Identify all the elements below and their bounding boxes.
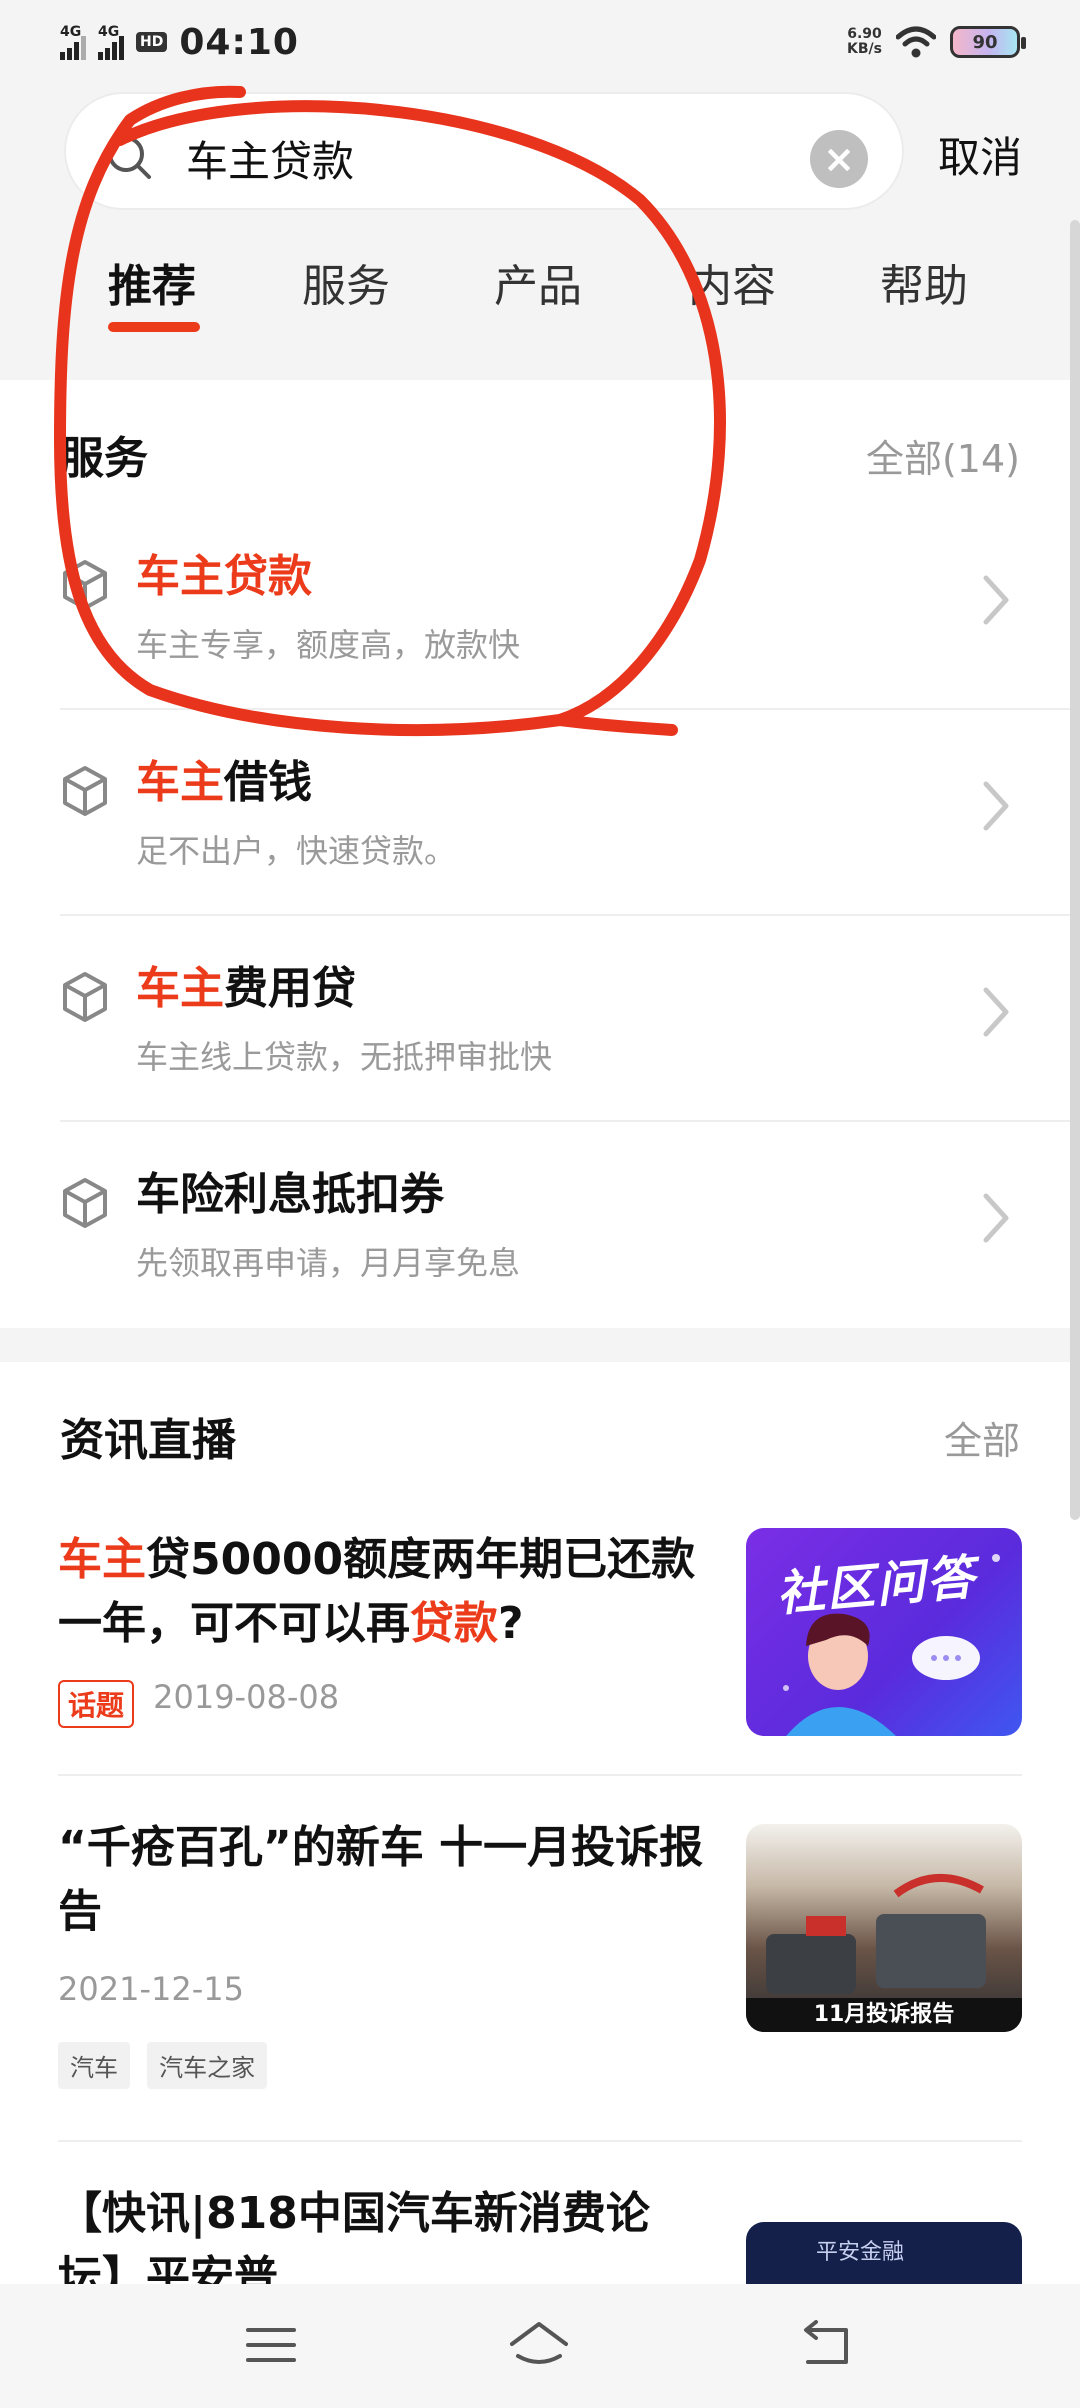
search-input[interactable]: 车主贷款 × — [64, 92, 904, 210]
service-item-car-loan[interactable]: 车主贷款 车主专享，额度高，放款快 — [60, 504, 1080, 710]
hd-voice-icon: HD — [136, 32, 168, 52]
tag: 汽车之家 — [147, 2042, 268, 2089]
news-tags: 汽车 汽车之家 — [58, 2042, 279, 2089]
service-title-highlight: 车主 — [136, 757, 224, 808]
chevron-right-icon — [983, 987, 1009, 1037]
menu-icon[interactable] — [236, 2310, 306, 2380]
service-item-car-expense-loan[interactable]: 车主费用贷 车主线上贷款，无抵押审批快 — [60, 916, 1080, 1122]
service-title-rest: 费用贷 — [224, 963, 356, 1014]
system-nav-bar — [0, 2284, 1080, 2408]
news-see-all-link[interactable]: 全部 — [944, 1410, 1020, 1465]
cancel-button[interactable]: 取消 — [938, 124, 1022, 185]
news-item[interactable]: 【快讯|818中国汽车新消费论坛】平安普 平安金融 — [58, 2142, 1022, 2284]
network-speed: 6.90 KB/s — [847, 27, 882, 57]
service-title: 车主费用贷 — [136, 952, 356, 1016]
battery-icon: 90 — [950, 26, 1026, 58]
scrollbar[interactable] — [1070, 220, 1080, 1520]
news-meta: 话题 2019-08-08 — [58, 1678, 339, 1728]
chevron-right-icon — [983, 1193, 1009, 1243]
news-title-highlight-2: 贷款 — [410, 1598, 498, 1649]
service-desc: 车主专享，额度高，放款快 — [136, 626, 521, 664]
chevron-right-icon — [983, 575, 1009, 625]
sim2-label: 4G — [98, 24, 120, 40]
wifi-icon — [896, 26, 936, 58]
tag: 汽车 — [58, 2042, 130, 2089]
news-date: 2019-08-08 — [153, 1678, 340, 1716]
tab-products[interactable]: 产品 — [494, 250, 582, 314]
chevron-right-icon — [983, 781, 1009, 831]
news-title-highlight: 车主 — [58, 1534, 146, 1585]
status-right: 6.90 KB/s 90 — [847, 20, 1026, 64]
status-bar: 4G 4G HD 04:10 6.90 KB/s 90 — [0, 0, 1080, 84]
tab-help[interactable]: 帮助 — [880, 250, 968, 314]
cube-icon — [63, 972, 107, 1022]
tab-content[interactable]: 内容 — [688, 250, 776, 314]
search-query: 车主贷款 — [186, 137, 355, 186]
news-title-end: ? — [498, 1598, 524, 1649]
service-title-rest: 借钱 — [224, 757, 312, 808]
sim1-label: 4G — [60, 24, 82, 40]
service-title-highlight: 车主 — [136, 963, 224, 1014]
service-title: 车险利息抵扣券 — [136, 1158, 444, 1222]
services-section: 服务 全部(14) 车主贷款 车主专享，额度高，放款快 车主借钱 足不出户，快速… — [0, 380, 1080, 1328]
service-desc: 车主线上贷款，无抵押审批快 — [136, 1038, 553, 1076]
news-date: 2021-12-15 — [58, 1970, 244, 2008]
section-gap — [0, 1328, 1080, 1362]
service-item-insurance-coupon[interactable]: 车险利息抵扣券 先领取再申请，月月享免息 — [60, 1122, 1080, 1328]
service-title-rest: 车险利息抵扣券 — [136, 1169, 444, 1220]
thumbnail-caption: 平安金融 — [816, 2240, 905, 2265]
network-speed-value: 6.90 — [847, 26, 882, 42]
clock: 04:10 — [179, 21, 299, 63]
news-thumbnail: 11月投诉报告 — [746, 1824, 1022, 2032]
tab-services[interactable]: 服务 — [302, 250, 390, 314]
news-thumbnail: 平安金融 — [746, 2222, 1022, 2284]
battery-level: 90 — [972, 31, 998, 53]
cube-icon — [63, 766, 107, 816]
service-desc: 先领取再申请，月月享免息 — [136, 1244, 521, 1282]
topic-tag: 话题 — [58, 1679, 135, 1728]
signal-icon: 4G — [60, 24, 86, 60]
news-item[interactable]: “千疮百孔”的新车 十一月投诉报告 2021-12-15 汽车 汽车之家 11月… — [58, 1776, 1022, 2142]
service-desc: 足不出户，快速贷款。 — [136, 832, 457, 870]
news-item-title: 车主贷50000额度两年期已还款一年，可不可以再贷款? — [58, 1528, 708, 1656]
network-speed-unit: KB/s — [847, 41, 882, 57]
search-bar: 车主贷款 × 取消 — [0, 84, 1080, 214]
person-illustration — [783, 1554, 1000, 1736]
services-title: 服务 — [60, 433, 148, 484]
clear-icon[interactable]: × — [810, 130, 868, 188]
news-title-text: 贷50000额度两年期已还款一年，可不可以再 — [58, 1534, 696, 1649]
status-left: 4G 4G HD 04:10 — [60, 18, 299, 66]
back-icon[interactable] — [790, 2310, 860, 2380]
thumbnail-caption: 11月投诉报告 — [746, 1998, 1022, 2032]
news-item-title: 【快讯|818中国汽车新消费论坛】平安普 — [58, 2188, 650, 2284]
service-title-highlight: 车主贷款 — [136, 551, 312, 602]
service-title: 车主借钱 — [136, 746, 312, 810]
news-item[interactable]: 车主贷50000额度两年期已还款一年，可不可以再贷款? 话题 2019-08-0… — [58, 1528, 1022, 1776]
cube-icon — [63, 1178, 107, 1228]
signal-icon-2: 4G — [98, 24, 124, 60]
service-title: 车主贷款 — [136, 540, 312, 604]
news-title: 资讯直播 — [60, 1415, 236, 1466]
news-thumbnail: 社区问答 — [746, 1528, 1022, 1736]
tab-recommend[interactable]: 推荐 — [108, 250, 196, 314]
news-item-title: “千疮百孔”的新车 十一月投诉报告 — [58, 1822, 704, 1937]
service-item-car-borrow[interactable]: 车主借钱 足不出户，快速贷款。 — [60, 710, 1080, 916]
search-icon — [108, 136, 151, 179]
services-see-all-link[interactable]: 全部(14) — [866, 428, 1020, 483]
tab-bar: 推荐 服务 产品 内容 帮助 — [0, 214, 1080, 380]
home-icon[interactable] — [504, 2310, 574, 2380]
tab-indicator — [108, 322, 200, 332]
cube-icon — [63, 560, 107, 610]
news-section: 资讯直播 全部 车主贷50000额度两年期已还款一年，可不可以再贷款? 话题 2… — [0, 1362, 1080, 2284]
